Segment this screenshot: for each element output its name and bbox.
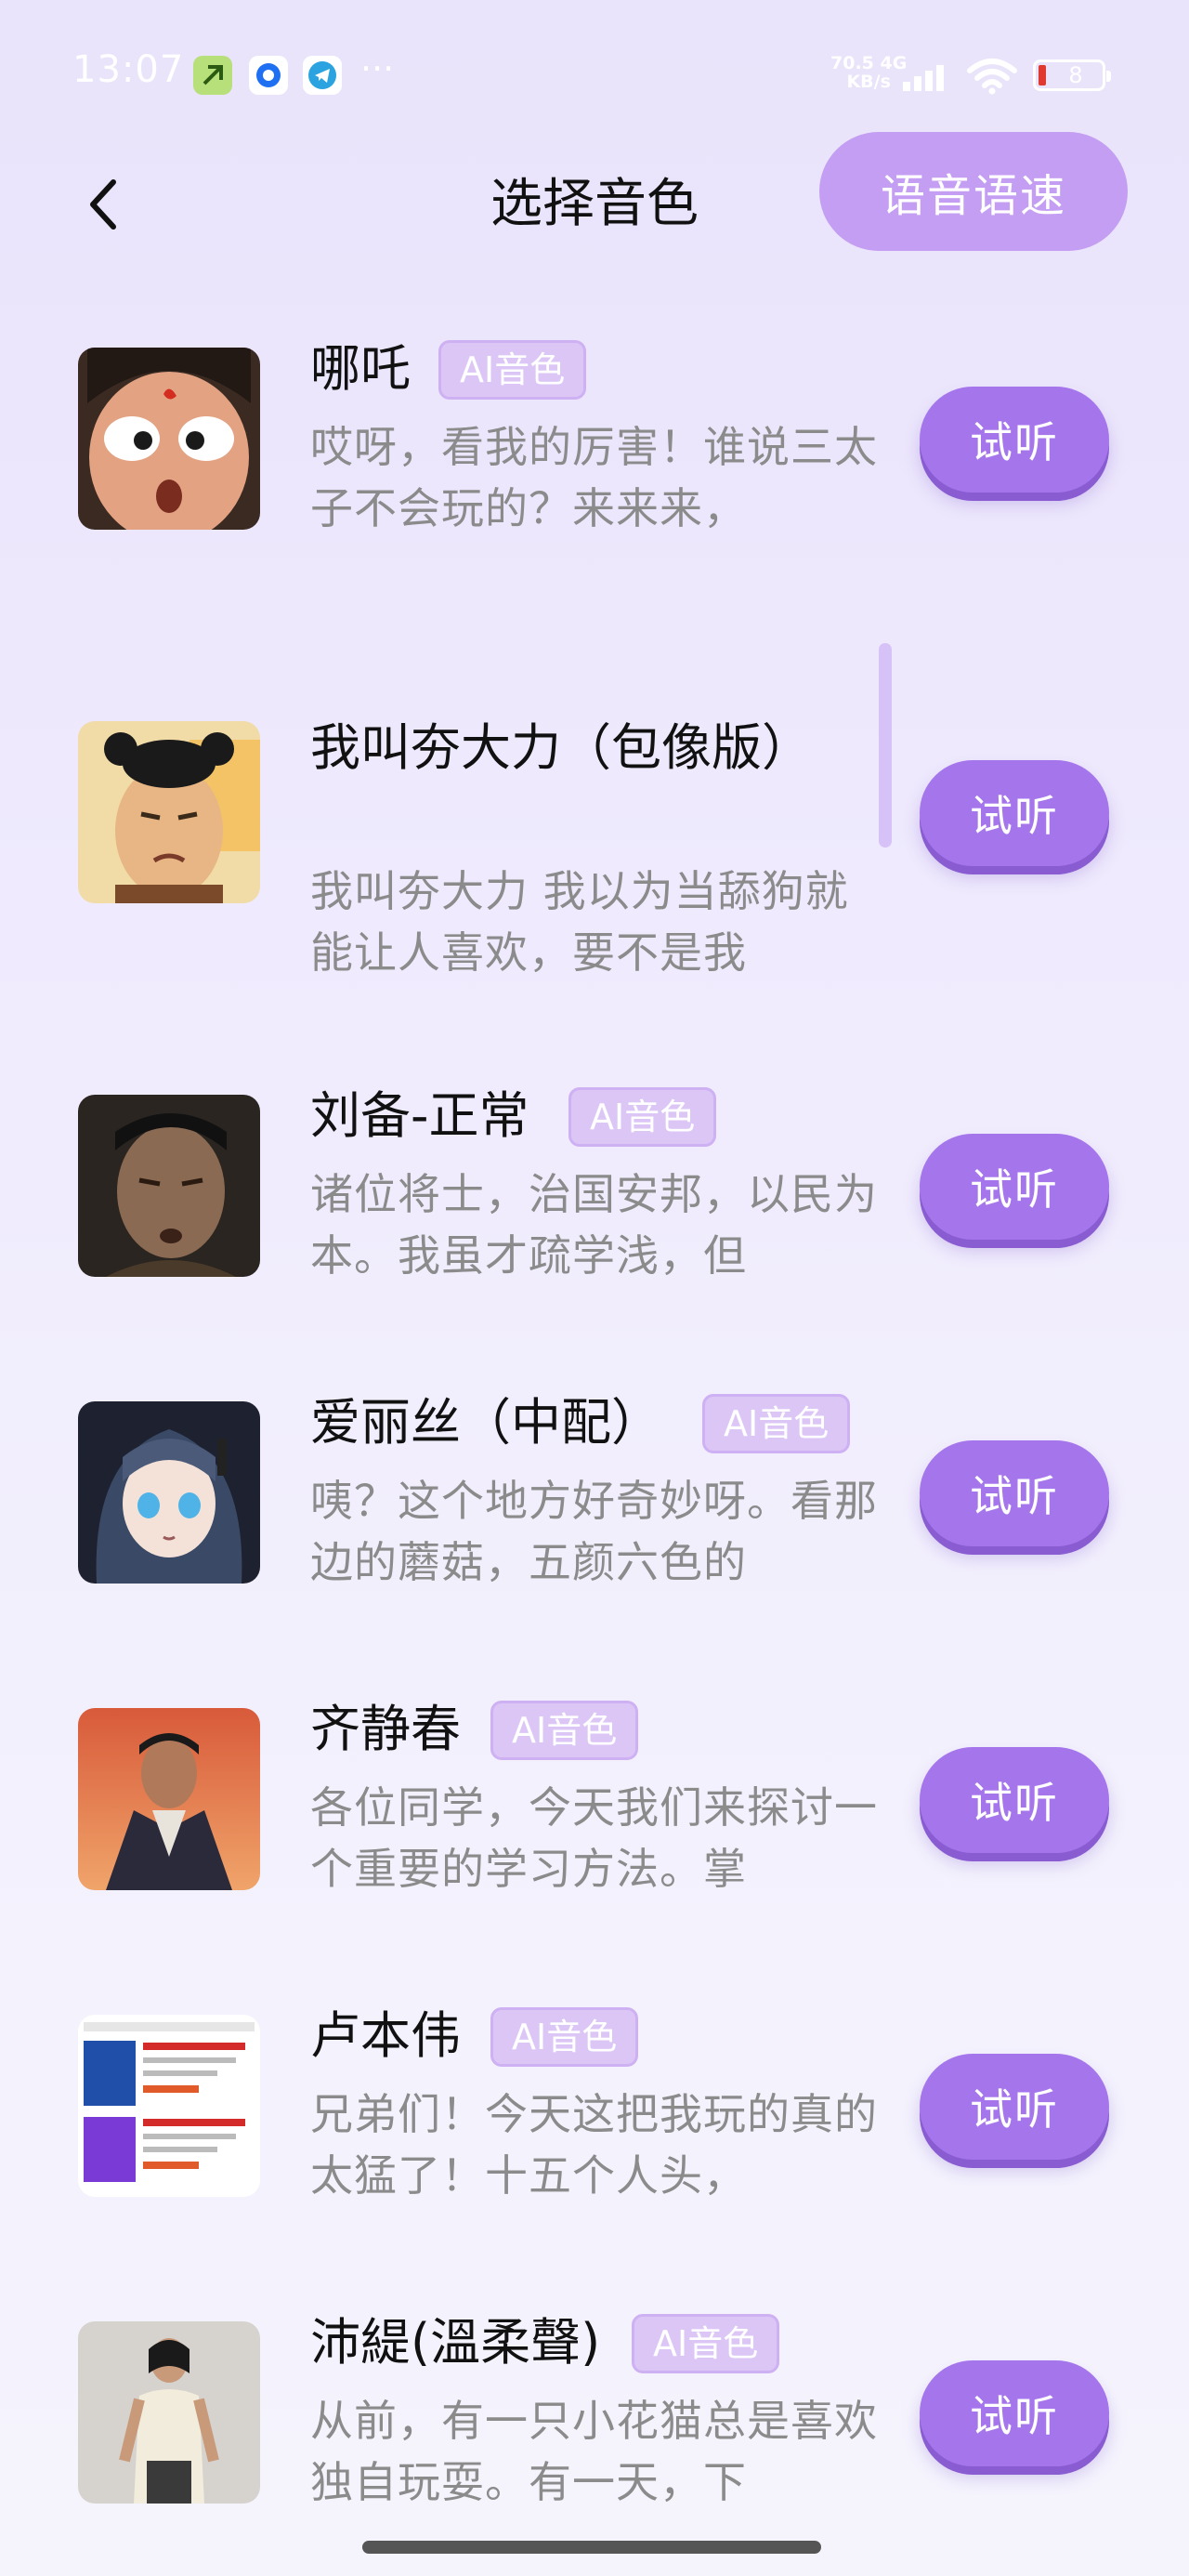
network-speed: 70.5 4G KB/s: [830, 53, 908, 92]
voice-description: 咦？这个地方好奇妙呀。看那边的蘑菇，五颜六色的: [310, 1476, 878, 1587]
chevron-left-icon: [90, 179, 116, 230]
avatar: [78, 721, 260, 903]
voice-name: 刘备-正常: [310, 1086, 529, 1145]
home-indicator[interactable]: [362, 2541, 821, 2554]
ai-voice-tag: AI音色: [568, 1087, 717, 1147]
listen-button[interactable]: 试听: [920, 387, 1109, 493]
voice-description: 各位同学，今天我们来探讨一个重要的学习方法。掌: [310, 1782, 878, 1894]
back-button[interactable]: [74, 167, 130, 242]
signal-icon: [903, 61, 955, 95]
voice-name: 我叫夯大力（包像版）: [310, 718, 812, 777]
avatar: [78, 1401, 260, 1584]
more-notifications-icon: ···: [360, 48, 395, 89]
ai-voice-tag: AI音色: [702, 1394, 851, 1453]
voice-description: 从前，有一只小花猫总是喜欢独自玩耍。有一天，下: [310, 2396, 878, 2507]
telegram-notification-icon: [303, 56, 342, 95]
voice-item[interactable]: 爱丽丝（中配） AI音色 咦？这个地方好奇妙呀。看那边的蘑菇，五颜六色的 试听: [0, 1370, 1189, 1649]
listen-button[interactable]: 试听: [920, 760, 1109, 866]
ai-voice-tag: AI音色: [632, 2314, 780, 2373]
listen-button[interactable]: 试听: [920, 1134, 1109, 1240]
voice-item[interactable]: 卢本伟 AI音色 兄弟们！今天这把我玩的真的太猛了！十五个人头， 试听: [0, 1983, 1189, 2262]
voice-description: 诸位将士，治国安邦，以民为本。我虽才疏学浅，但: [310, 1169, 878, 1281]
wifi-icon: [966, 58, 1018, 99]
listen-button[interactable]: 试听: [920, 1440, 1109, 1546]
voice-description: 我叫夯大力 我以为当舔狗就能让人喜欢，要不是我: [310, 866, 849, 978]
voice-name: 哪吒: [310, 339, 411, 398]
voice-name: 齐静春: [310, 1700, 461, 1758]
app-notification-icon: [193, 56, 232, 95]
listen-button[interactable]: 试听: [920, 2360, 1109, 2466]
voice-item[interactable]: 齐静春 AI音色 各位同学，今天我们来探讨一个重要的学习方法。掌 试听: [0, 1676, 1189, 1955]
voice-item[interactable]: 刘备-正常 AI音色 诸位将士，治国安邦，以民为本。我虽才疏学浅，但 试听: [0, 1063, 1189, 1342]
voice-name: 爱丽丝（中配）: [310, 1393, 661, 1452]
voice-item[interactable]: 哪吒 AI音色 哎呀，看我的厉害！谁说三太子不会玩的？来来来， 试听: [0, 316, 1189, 595]
browser-notification-icon: [249, 56, 288, 95]
avatar: [78, 1708, 260, 1890]
listen-button[interactable]: 试听: [920, 1747, 1109, 1853]
avatar: [78, 2015, 260, 2197]
voice-description: 哎呀，看我的厉害！谁说三太子不会玩的？来来来，: [310, 422, 878, 533]
battery-level: 8: [1068, 62, 1083, 88]
ai-voice-tag: AI音色: [490, 1701, 639, 1760]
avatar: [78, 348, 260, 530]
battery-icon: 8: [1033, 59, 1111, 91]
voice-item[interactable]: 沛緹(溫柔聲) AI音色 从前，有一只小花猫总是喜欢独自玩耍。有一天，下 试听: [0, 2290, 1189, 2569]
status-time: 13:07: [72, 48, 185, 91]
voice-item[interactable]: 我叫夯大力（包像版） 我叫夯大力 我以为当舔狗就能让人喜欢，要不是我 试听: [0, 690, 1189, 978]
ai-voice-tag: AI音色: [490, 2007, 639, 2067]
status-bar: 13:07 ··· 70.5 4G KB/s 8: [0, 0, 1189, 149]
ai-voice-tag: AI音色: [438, 340, 587, 400]
avatar: [78, 1095, 260, 1277]
scrollbar[interactable]: [879, 643, 892, 848]
voice-name: 沛緹(溫柔聲): [310, 2313, 601, 2372]
page-title: 选择音色: [490, 174, 699, 234]
voice-name: 卢本伟: [310, 2006, 461, 2065]
avatar: [78, 2321, 260, 2504]
voice-speed-button[interactable]: 语音语速: [819, 132, 1128, 251]
voice-description: 兄弟们！今天这把我玩的真的太猛了！十五个人头，: [310, 2089, 878, 2201]
listen-button[interactable]: 试听: [920, 2054, 1109, 2160]
